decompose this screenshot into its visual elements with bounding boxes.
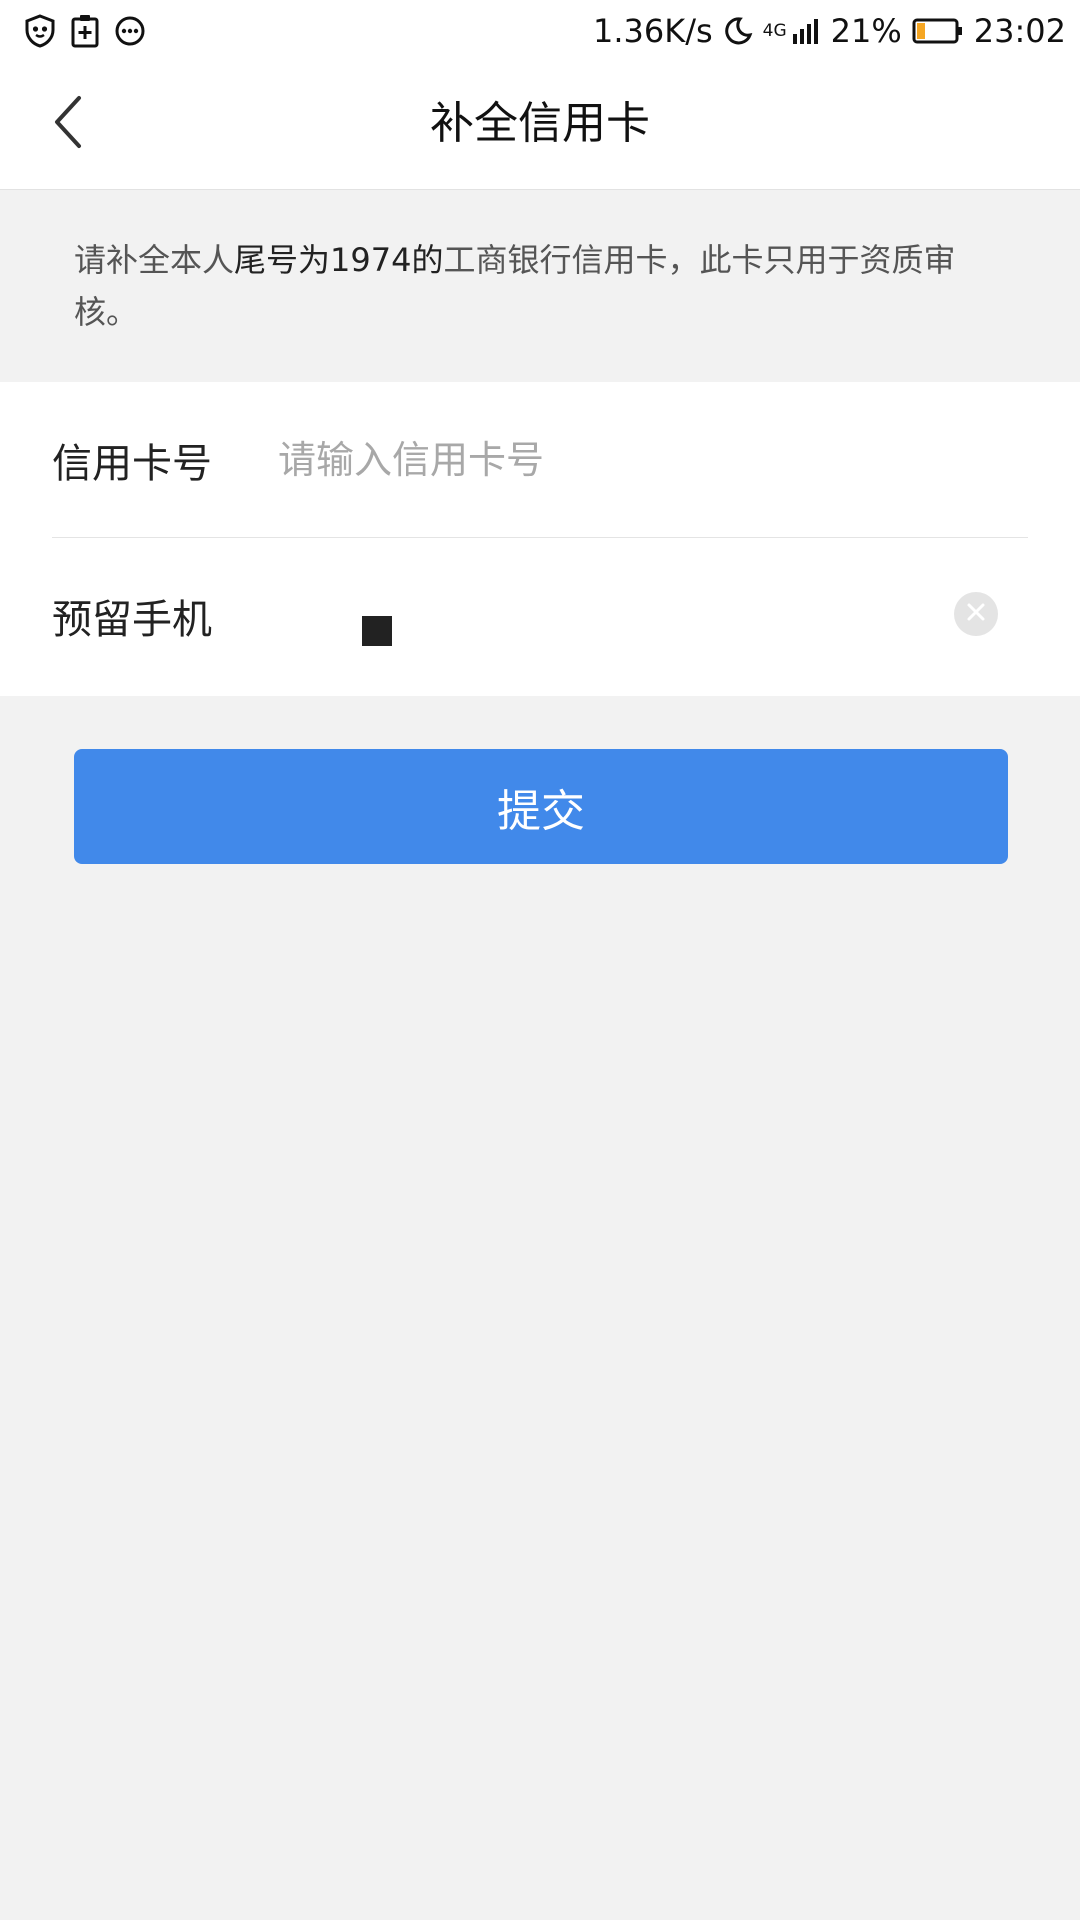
clipboard-plus-icon	[70, 14, 100, 48]
status-right: 1.36K/s 4G 21% 23:02	[583, 12, 1066, 50]
reserved-phone-input[interactable]	[278, 576, 1028, 656]
clock: 23:02	[973, 12, 1066, 50]
network-type: 4G	[762, 21, 787, 41]
status-left	[24, 14, 160, 48]
notice-text: 请补全本人尾号为1974的工商银行信用卡，此卡只用于资质审核。	[0, 190, 1080, 382]
card-number-row: 信用卡号	[52, 382, 1028, 538]
card-number-label: 信用卡号	[52, 440, 212, 487]
credit-card-form: 信用卡号 预留手机	[0, 382, 1080, 696]
battery-percent: 21%	[830, 12, 902, 50]
page-title: 补全信用卡	[430, 98, 650, 149]
status-bar: 1.36K/s 4G 21% 23:02	[0, 0, 1080, 62]
reserved-phone-label: 预留手机	[52, 597, 212, 643]
signal-icon	[791, 16, 821, 46]
clear-phone-button[interactable]	[954, 592, 998, 636]
chat-bubble-icon	[114, 15, 146, 47]
clear-icon	[965, 601, 987, 627]
notice-highlight: 尾号为1974的	[234, 241, 444, 279]
reserved-phone-row: 预留手机	[52, 538, 1028, 694]
notice-prefix: 请补全本人	[74, 241, 235, 279]
shield-icon	[24, 14, 56, 48]
submit-button[interactable]: 提交	[74, 749, 1008, 864]
card-number-input[interactable]	[278, 419, 1028, 500]
chevron-left-icon	[51, 95, 85, 153]
redaction-block	[362, 616, 392, 646]
battery-icon	[912, 16, 964, 46]
nav-bar: 补全信用卡	[0, 62, 1080, 190]
back-button[interactable]	[36, 92, 100, 156]
moon-icon	[723, 16, 753, 46]
net-speed: 1.36K/s	[592, 12, 713, 50]
